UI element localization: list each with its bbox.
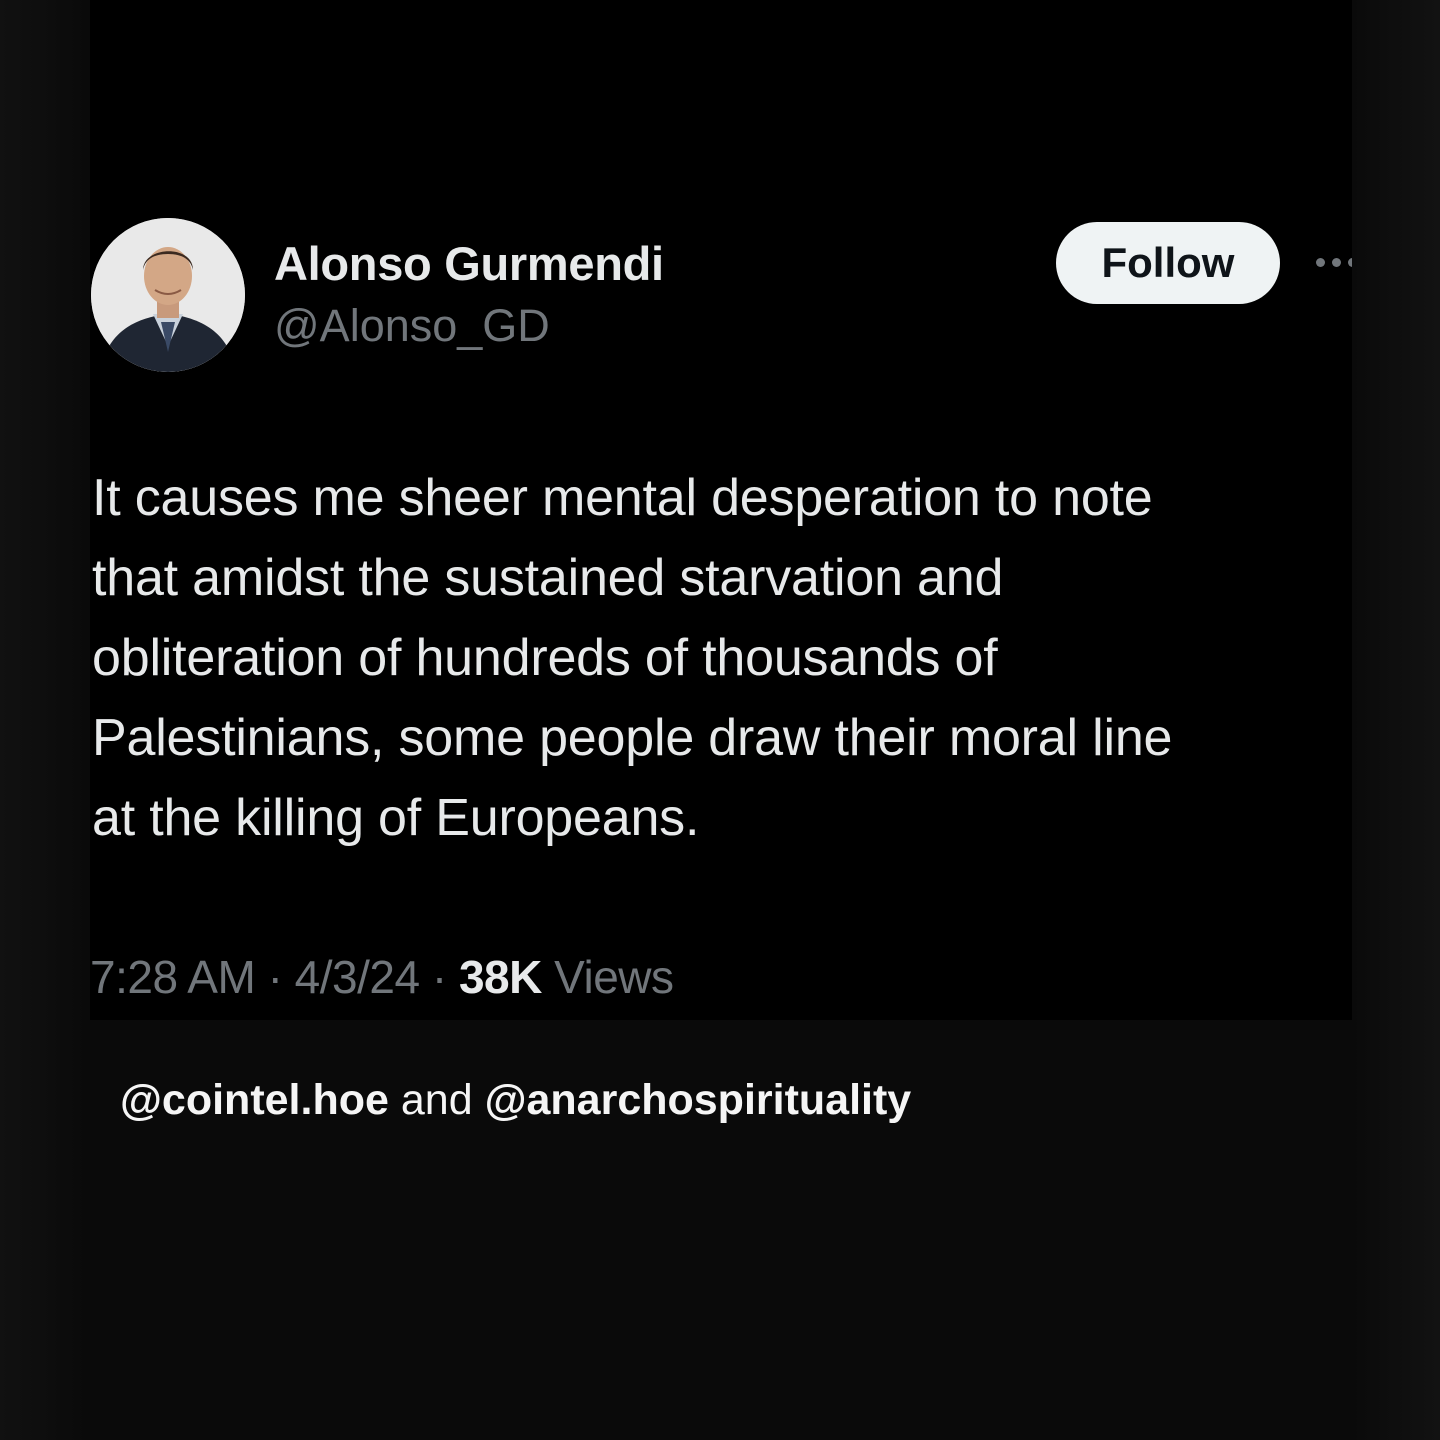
credit-caption: @cointel.hoe and @anarchospirituality xyxy=(120,1076,911,1125)
user-handle[interactable]: @Alonso_GD xyxy=(274,300,550,352)
profile-photo-icon xyxy=(91,218,245,372)
meta-separator: · xyxy=(267,951,283,1003)
meta-separator: · xyxy=(431,951,447,1003)
caption-conjunction: and xyxy=(400,1076,473,1124)
tweet-text-line: Palestinians, some people draw their mor… xyxy=(92,709,1173,767)
tweet-card: Alonso Gurmendi @Alonso_GD Follow It cau… xyxy=(90,0,1352,1020)
caption-mention: @anarchospirituality xyxy=(484,1076,912,1124)
tweet-text-line: obliteration of hundreds of thousands of xyxy=(92,629,998,687)
tweet-text-line: It causes me sheer mental desperation to… xyxy=(92,469,1153,527)
follow-button[interactable]: Follow xyxy=(1056,222,1280,304)
views-count: 38K xyxy=(458,951,542,1003)
tweet-date[interactable]: 4/3/24 xyxy=(295,951,420,1003)
more-options-icon[interactable] xyxy=(1312,252,1352,274)
caption-mention: @cointel.hoe xyxy=(120,1076,389,1124)
display-name[interactable]: Alonso Gurmendi xyxy=(274,236,664,291)
tweet-time[interactable]: 7:28 AM xyxy=(90,951,256,1003)
tweet-meta: 7:28 AM · 4/3/24 · 38K Views xyxy=(90,950,674,1004)
tweet-text-line: that amidst the sustained starvation and xyxy=(92,549,1004,607)
tweet-text: It causes me sheer mental desperation to… xyxy=(92,458,1342,858)
tweet-text-line: at the killing of Europeans. xyxy=(92,789,700,847)
avatar[interactable] xyxy=(91,218,245,372)
views-label: Views xyxy=(554,951,674,1003)
